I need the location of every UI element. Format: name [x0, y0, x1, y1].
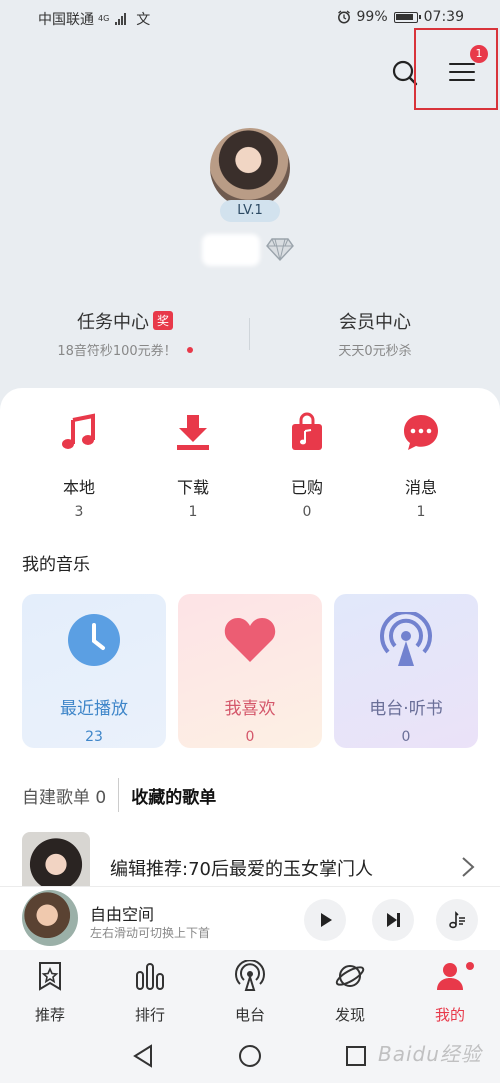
tile-label: 电台·听书 [369, 699, 443, 719]
vip-center-title: 会员中心 [339, 312, 411, 333]
battery-icon [393, 11, 421, 23]
play-button[interactable] [304, 899, 346, 941]
diamond-icon[interactable] [266, 236, 294, 262]
task-center-subtitle: 18音符秒100元券！ [57, 344, 177, 359]
nav-discover[interactable]: 发现 [300, 960, 400, 1025]
tab-separator [118, 778, 120, 812]
playlist-tabs: 自建歌单 0 收藏的歌单 [22, 778, 216, 812]
bar-chart-icon [136, 963, 164, 990]
nav-mine[interactable]: 我的 [400, 960, 500, 1025]
nav-label: 电台 [234, 1006, 265, 1024]
quick-download[interactable]: 下载 1 [143, 412, 243, 520]
playlist-queue-icon [449, 911, 465, 929]
alarm-icon [337, 10, 350, 24]
user-icon [437, 963, 463, 990]
now-playing-cover[interactable] [22, 890, 78, 946]
level-badge: LV.1 [220, 200, 280, 222]
playlist-cover[interactable] [22, 832, 90, 886]
reward-badge: 奖 [152, 311, 173, 330]
username-blurred [202, 234, 260, 266]
tab-collected-playlists[interactable]: 收藏的歌单 [131, 783, 216, 808]
mini-player[interactable]: 自由空间 左右滑动可切换上下首 [0, 886, 500, 950]
network-type: 4G [98, 14, 110, 23]
my-music-title: 我的音乐 [22, 555, 90, 575]
vip-center[interactable]: 会员中心 天天0元秒杀 [250, 308, 500, 359]
back-icon[interactable] [132, 1044, 154, 1068]
tile-radio[interactable]: 电台·听书 0 [334, 594, 478, 748]
quick-purchased[interactable]: 已购 0 [257, 412, 357, 520]
shopping-bag-icon [292, 412, 322, 450]
heart-icon [224, 618, 276, 662]
task-center[interactable]: 任务中心奖 18音符秒100元券！ [0, 308, 250, 359]
now-playing-title: 自由空间 [90, 905, 155, 924]
now-playing-hint: 左右滑动可切换上下首 [90, 926, 211, 940]
radio-icon [235, 959, 265, 991]
nav-recommend[interactable]: 推荐 [0, 960, 100, 1025]
recents-icon[interactable] [345, 1045, 367, 1067]
star-bookmark-icon [39, 962, 61, 991]
quick-label: 下载 [176, 478, 209, 497]
clock-time: 07:39 [423, 9, 464, 25]
quick-count: 1 [188, 504, 198, 520]
clock-icon [68, 614, 120, 666]
red-dot-indicator [186, 347, 193, 353]
quick-local[interactable]: 本地 3 [29, 412, 129, 520]
playlist-queue-button[interactable] [436, 899, 478, 941]
input-method-icon: 文 [136, 12, 151, 28]
next-button[interactable] [372, 899, 414, 941]
quick-count: 0 [302, 504, 312, 520]
nav-charts[interactable]: 排行 [100, 960, 200, 1025]
bottom-nav: 推荐 排行 电台 发现 我的 [0, 950, 500, 1028]
download-icon [177, 415, 209, 450]
tile-favorites[interactable]: 我喜欢 0 [178, 594, 322, 748]
battery-percent: 99% [356, 9, 388, 25]
tile-label: 最近播放 [60, 699, 128, 719]
quick-label: 消息 [404, 478, 437, 497]
tile-count: 0 [401, 729, 411, 745]
nav-notification-dot [466, 962, 474, 970]
radio-icon [380, 610, 432, 666]
chevron-right-icon[interactable] [460, 856, 476, 878]
menu-button[interactable]: 1 [414, 28, 498, 110]
avatar[interactable] [210, 128, 290, 208]
quick-count: 1 [416, 504, 426, 520]
planet-icon [335, 965, 365, 987]
carrier-label: 中国联通 [38, 12, 94, 28]
vip-center-subtitle: 天天0元秒杀 [338, 344, 412, 359]
nav-radio[interactable]: 电台 [200, 959, 300, 1025]
tile-recent[interactable]: 最近播放 23 [22, 594, 166, 748]
nav-label: 推荐 [34, 1006, 65, 1024]
signal-icon [115, 13, 127, 25]
quick-label: 本地 [62, 478, 95, 497]
tile-count: 0 [245, 729, 255, 745]
tile-count: 23 [85, 729, 103, 745]
nav-label: 排行 [134, 1006, 165, 1024]
quick-label: 已购 [290, 478, 323, 497]
quick-count: 3 [74, 504, 84, 520]
quick-messages[interactable]: 消息 1 [371, 412, 471, 520]
nav-label: 我的 [434, 1006, 465, 1024]
skip-next-icon [387, 913, 400, 927]
play-icon [321, 913, 332, 927]
menu-notification-badge: 1 [470, 45, 488, 63]
message-icon [404, 415, 438, 450]
watermark: Baidu经验 [378, 1042, 482, 1066]
music-note-icon [62, 413, 95, 449]
tab-created-playlists[interactable]: 自建歌单 0 [22, 783, 106, 808]
task-center-title: 任务中心 [76, 312, 149, 333]
home-icon[interactable] [238, 1044, 262, 1068]
hamburger-icon [449, 63, 475, 81]
playlist-title[interactable]: 编辑推荐:70后最爱的玉女掌门人 [110, 855, 373, 881]
nav-label: 发现 [334, 1006, 365, 1024]
tile-label: 我喜欢 [224, 699, 276, 719]
